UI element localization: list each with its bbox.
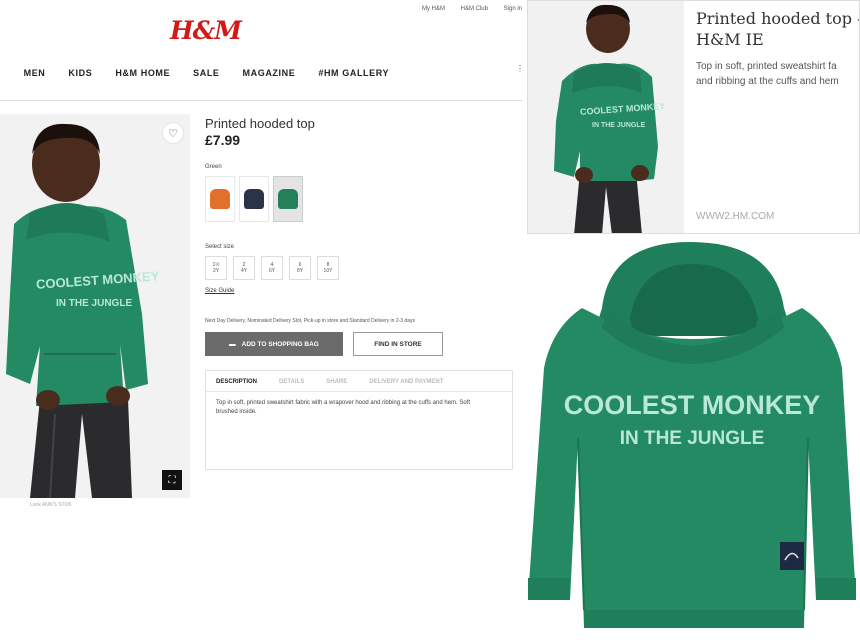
tab-share[interactable]: SHARE	[326, 379, 347, 385]
add-to-bag-button[interactable]: ▬ ADD TO SHOPPING BAG	[205, 332, 343, 356]
card-print-line2: IN THE JUNGLE	[592, 122, 646, 129]
nav-item-sale[interactable]: SALE	[193, 68, 219, 78]
size-option[interactable]: 8 10Y	[317, 256, 339, 280]
product-info: Printed hooded top £7.99 Green Select si…	[205, 116, 515, 470]
favorite-heart-icon[interactable]: ♡	[162, 122, 184, 144]
card-domain: WWW2.HM.COM	[696, 211, 775, 222]
main-nav: S MEN KIDS H&M HOME SALE MAGAZINE #HM GA…	[0, 68, 412, 78]
add-to-bag-label: ADD TO SHOPPING BAG	[241, 340, 319, 348]
size-option[interactable]: 1½ 2Y	[205, 256, 227, 280]
size-option-bottom: 6Y	[268, 268, 276, 274]
size-option[interactable]: 4 6Y	[261, 256, 283, 280]
top-links: My H&M H&M Club Sign in	[408, 6, 522, 12]
size-option[interactable]: 2 4Y	[233, 256, 255, 280]
size-guide-link[interactable]: Size Guide	[205, 288, 515, 294]
size-option-bottom: 8Y	[296, 268, 304, 274]
tab-details[interactable]: DETAILS	[279, 379, 304, 385]
sleeve-patch	[780, 542, 804, 570]
color-swatches	[205, 176, 515, 222]
delivery-info: Next Day Delivery, Nominated Delivery Sl…	[205, 318, 415, 324]
photo-caption: Look ANN'S STOK	[30, 502, 72, 508]
size-option-bottom: 10Y	[323, 268, 333, 274]
more-menu-icon[interactable]: ⋮	[516, 64, 522, 73]
color-label: Green	[205, 164, 222, 170]
size-label: Select size	[205, 244, 235, 250]
nav-item-kids[interactable]: KIDS	[68, 68, 92, 78]
size-option[interactable]: 6 8Y	[289, 256, 311, 280]
hoodie-print-line2: IN THE JUNGLE	[56, 298, 132, 309]
nav-item-magazine[interactable]: MAGAZINE	[243, 68, 296, 78]
swatch-dark-blue-hoodie-icon	[244, 189, 264, 209]
link-preview-card[interactable]: COOLEST MONKEY IN THE JUNGLE Printed hoo…	[527, 0, 860, 234]
collage: My H&M H&M Club Sign in H&M S MEN KIDS H…	[0, 0, 860, 640]
closeup-print-line1: COOLEST MONKEY	[564, 390, 821, 420]
tab-delivery[interactable]: DELIVERY AND PAYMENT	[369, 379, 443, 385]
nav-item-men[interactable]: MEN	[24, 68, 46, 78]
hm-club-link[interactable]: H&M Club	[461, 6, 488, 12]
description-text: Top in soft, printed sweatshirt fabric w…	[216, 400, 471, 415]
hm-logo[interactable]: H&M	[170, 16, 242, 45]
shopping-bag-icon: ▬	[229, 340, 236, 348]
hoodie-closeup: COOLEST MONKEY IN THE JUNGLE	[522, 238, 860, 640]
product-photo[interactable]: COOLEST MONKEY IN THE JUNGLE ♡ ⛶	[0, 114, 190, 498]
product-title: Printed hooded top	[205, 116, 315, 131]
card-text: Printed hooded top - H&M IE Top in soft,…	[696, 9, 859, 89]
fullscreen-icon[interactable]: ⛶	[162, 470, 182, 490]
closeup-print-line2: IN THE JUNGLE	[620, 428, 765, 449]
info-tabs: DESCRIPTION DETAILS SHARE DELIVERY AND P…	[206, 371, 512, 392]
tab-description[interactable]: DESCRIPTION	[216, 379, 257, 385]
nav-divider	[0, 100, 522, 101]
hm-product-page: My H&M H&M Club Sign in H&M S MEN KIDS H…	[0, 0, 522, 520]
action-buttons: ▬ ADD TO SHOPPING BAG FIND IN STORE	[205, 332, 515, 356]
product-price: £7.99	[205, 132, 241, 148]
swatch-dark-blue[interactable]	[239, 176, 269, 222]
swatch-orange[interactable]	[205, 176, 235, 222]
swatch-orange-hoodie-icon	[210, 189, 230, 209]
card-description: Top in soft, printed sweatshirt fa and r…	[696, 59, 859, 89]
description-panel: DESCRIPTION DETAILS SHARE DELIVERY AND P…	[205, 370, 513, 470]
boy-hoodie-illustration: COOLEST MONKEY IN THE JUNGLE	[0, 114, 190, 498]
card-boy-illustration: COOLEST MONKEY IN THE JUNGLE	[528, 1, 684, 233]
swatch-green[interactable]	[273, 176, 303, 222]
sign-in-link[interactable]: Sign in	[504, 6, 522, 12]
my-hm-link[interactable]: My H&M	[422, 6, 445, 12]
card-title[interactable]: Printed hooded top - H&M IE	[696, 9, 859, 51]
card-description-line1: Top in soft, printed sweatshirt fa	[696, 60, 837, 72]
nav-item-gallery[interactable]: #HM GALLERY	[318, 68, 389, 78]
card-description-line2: and ribbing at the cuffs and hem	[696, 75, 839, 87]
size-option-bottom: 2Y	[212, 268, 220, 274]
find-in-store-button[interactable]: FIND IN STORE	[353, 332, 443, 356]
card-thumbnail: COOLEST MONKEY IN THE JUNGLE	[528, 1, 684, 233]
nav-item-ladies[interactable]: S	[0, 68, 1, 78]
size-option-bottom: 4Y	[240, 268, 248, 274]
size-options: 1½ 2Y 2 4Y 4 6Y 6 8Y 8 10Y	[205, 256, 515, 280]
nav-item-home[interactable]: H&M HOME	[115, 68, 170, 78]
hoodie-closeup-illustration: COOLEST MONKEY IN THE JUNGLE	[522, 238, 860, 640]
swatch-green-hoodie-icon	[278, 189, 298, 209]
